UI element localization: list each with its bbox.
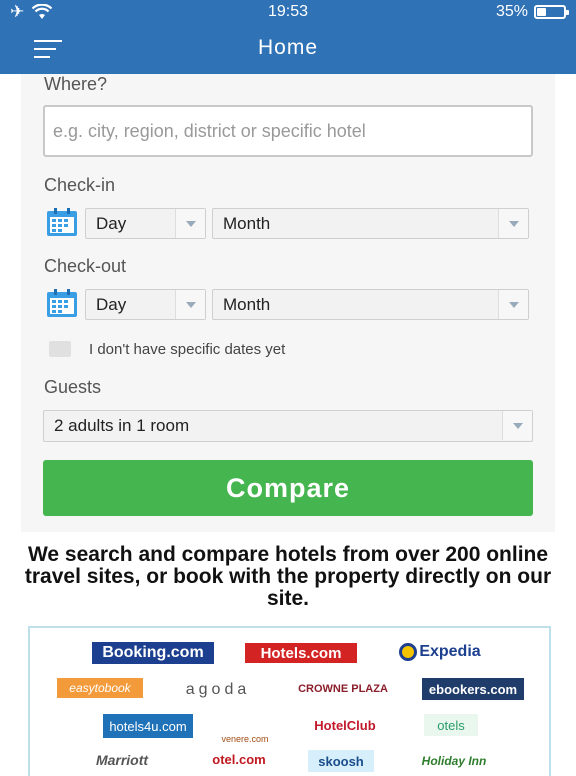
partner-logo: otel.com [212, 751, 266, 767]
partner-logo: Expedia [390, 640, 490, 664]
tagline: We search and compare hotels from over 2… [24, 543, 552, 610]
page-title: Home [257, 36, 319, 59]
calendar-icon[interactable] [45, 288, 79, 318]
status-bar: ✈ 19:53 35% [0, 0, 576, 24]
no-dates-label[interactable]: I don't have specific dates yet [89, 341, 285, 358]
partner-logo: Marriott [95, 752, 149, 768]
checkout-day-value: Day [96, 295, 127, 314]
partner-logo: easytobook [57, 678, 143, 698]
partner-logo: ebookers.com [422, 678, 524, 700]
checkout-label: Check-out [44, 256, 127, 276]
top-bar: ✈ 19:53 35% Home [0, 0, 576, 74]
status-time: 19:53 [267, 3, 309, 20]
partner-logo: Hotels.com [245, 643, 357, 663]
guests-select[interactable]: 2 adults in 1 room [43, 410, 533, 442]
partner-logo: skoosh [308, 750, 374, 772]
chevron-down-icon [498, 290, 528, 319]
partner-logo: agoda [185, 681, 251, 698]
battery-percent: 35% [495, 3, 528, 20]
where-label: Where? [44, 74, 108, 94]
partner-logo: CROWNE PLAZA [298, 683, 388, 695]
search-form: Where? e.g. city, region, district or sp… [21, 74, 555, 532]
checkin-day-value: Day [96, 214, 127, 233]
checkin-month-select[interactable]: Month [212, 208, 529, 239]
where-input[interactable]: e.g. city, region, district or specific … [43, 105, 533, 157]
chevron-down-icon [175, 209, 205, 238]
chevron-down-icon [498, 209, 528, 238]
nav-bar: Home [0, 24, 576, 74]
partner-logo: otels [424, 714, 478, 736]
partner-logo: venere.com [221, 734, 269, 744]
calendar-icon[interactable] [45, 207, 79, 237]
chevron-down-icon [502, 411, 532, 440]
checkout-day-select[interactable]: Day [85, 289, 206, 320]
partner-logo: hotels4u.com [103, 714, 193, 738]
chevron-down-icon [175, 290, 205, 319]
partner-logo: HotelClub [314, 717, 376, 733]
checkout-month-value: Month [223, 295, 271, 314]
status-right: 35% [495, 3, 569, 21]
checkin-month-value: Month [223, 214, 271, 233]
no-dates-checkbox[interactable] [49, 341, 71, 357]
compare-button[interactable]: Compare [43, 460, 533, 516]
checkin-label: Check-in [44, 175, 116, 195]
partner-logo: Booking.com [92, 642, 214, 664]
checkout-month-select[interactable]: Month [212, 289, 529, 320]
partner-logo: Holiday Inn [421, 754, 487, 768]
checkin-day-select[interactable]: Day [85, 208, 206, 239]
globe-icon [399, 643, 418, 661]
partner-name: Expedia [419, 643, 481, 660]
guests-value: 2 adults in 1 room [54, 416, 190, 435]
guests-label: Guests [44, 377, 102, 397]
partner-logos: Booking.com Hotels.com Expedia easytoboo… [28, 626, 551, 776]
battery-icon [534, 5, 569, 19]
